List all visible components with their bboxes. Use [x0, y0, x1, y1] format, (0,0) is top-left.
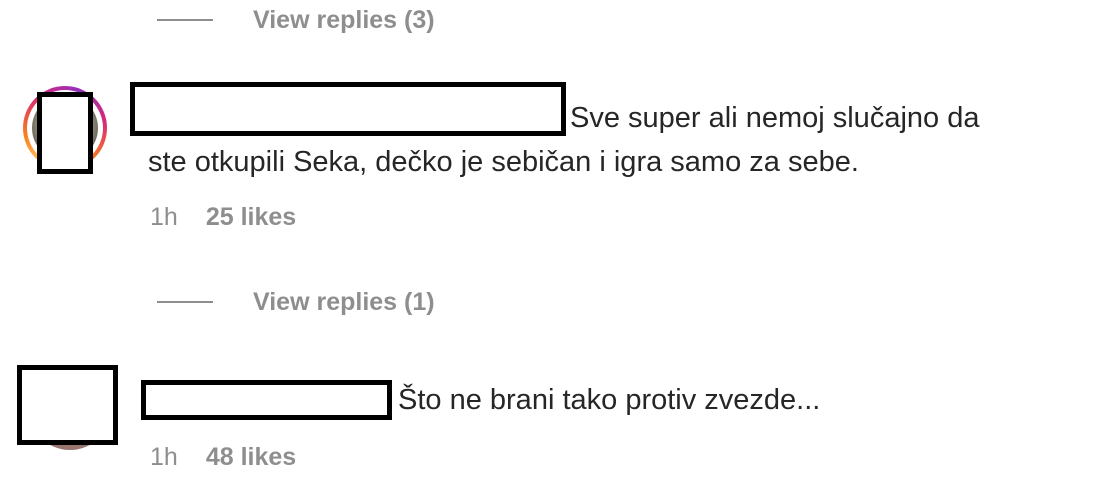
comment-likes-count[interactable]: 25 likes — [206, 203, 296, 232]
view-replies-label: View replies (3) — [253, 5, 435, 34]
avatar-redaction-box — [37, 92, 93, 174]
comment-text-line: Što ne brani tako protiv zvezde... — [398, 384, 821, 416]
comment-meta: 1h 48 likes — [150, 439, 296, 475]
comments-panel: View replies (3) Sve super ali nemoj slu… — [0, 0, 1100, 491]
view-replies-button[interactable]: View replies (1) — [157, 282, 435, 322]
avatar-redaction-box — [17, 365, 118, 445]
comment-timestamp: 1h — [150, 442, 178, 471]
comment-text-line: ste otkupili Seka, dečko je sebičan i ig… — [148, 146, 859, 178]
replies-divider-line — [157, 301, 213, 303]
comment-meta: 1h 25 likes — [150, 199, 296, 235]
view-replies-button-top[interactable]: View replies (3) — [157, 0, 435, 40]
view-replies-label: View replies (1) — [253, 287, 435, 316]
comment-text-line: Sve super ali nemoj slučajno da — [570, 102, 980, 134]
replies-divider-line — [157, 19, 213, 21]
comment-timestamp: 1h — [150, 202, 178, 231]
username-redaction-box[interactable] — [141, 380, 392, 420]
comment-likes-count[interactable]: 48 likes — [206, 443, 296, 472]
username-redaction-box[interactable] — [130, 82, 566, 136]
